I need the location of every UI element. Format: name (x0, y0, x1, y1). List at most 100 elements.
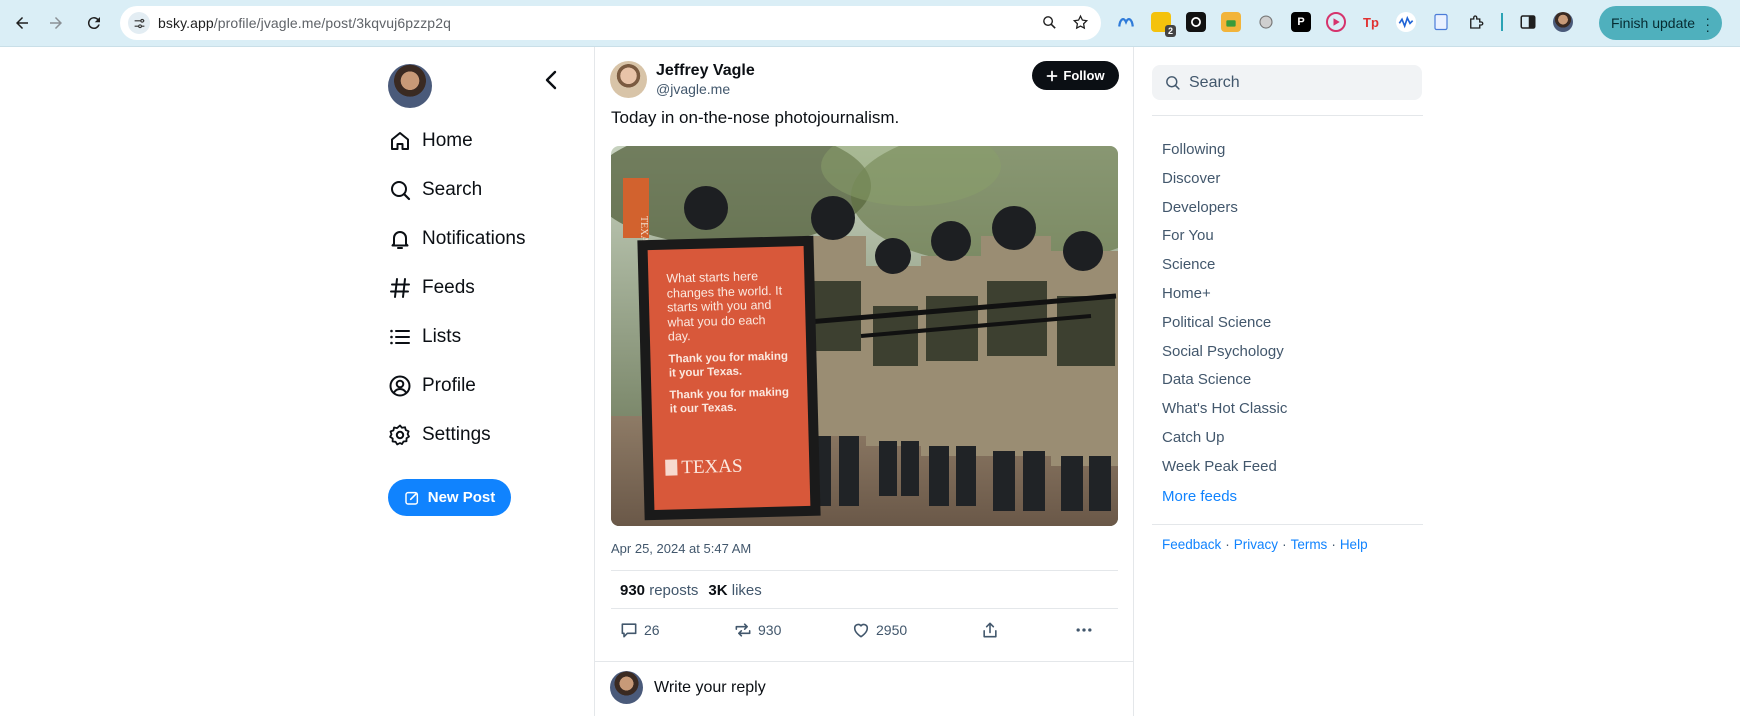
likes-link[interactable]: 3K likes (708, 582, 761, 599)
feed-link-political-science[interactable]: Political Science (1162, 309, 1423, 338)
brain-extension-icon[interactable] (1256, 12, 1276, 32)
nav-label: Settings (422, 423, 491, 445)
sign-logo: TEXAS (681, 456, 743, 479)
divider (611, 608, 1118, 609)
reply-avatar (610, 671, 643, 704)
terms-link[interactable]: Terms (1291, 537, 1328, 552)
camera-extension-icon[interactable] (1186, 12, 1206, 32)
reply-composer[interactable]: Write your reply (595, 661, 1133, 716)
url-host: bsky.app (158, 15, 214, 31)
more-feeds-link[interactable]: More feeds (1162, 483, 1423, 511)
tp-extension-icon[interactable]: Tp (1361, 12, 1381, 32)
follow-button[interactable]: Follow (1032, 61, 1119, 90)
new-post-label: New Post (427, 489, 496, 506)
sign-text-2: Thank you for making it your Texas. (668, 349, 789, 380)
privacy-link[interactable]: Privacy (1234, 537, 1278, 552)
compose-icon (405, 491, 418, 505)
android-extension-icon[interactable] (1221, 12, 1241, 32)
post-actions: 26 930 2950 (619, 620, 1109, 646)
feed-link-social-psychology[interactable]: Social Psychology (1162, 338, 1423, 367)
feed-link-catch-up[interactable]: Catch Up (1162, 424, 1423, 453)
finish-update-button[interactable]: Finish update · · · (1599, 6, 1722, 40)
reload-button[interactable] (80, 9, 108, 37)
author-avatar[interactable] (610, 61, 647, 98)
reposts-label: reposts (649, 582, 699, 599)
chevron-left-icon (545, 70, 557, 90)
side-panel-icon[interactable] (1518, 12, 1538, 32)
list-icon (390, 329, 410, 344)
likes-count: 3K (708, 582, 728, 599)
feedback-link[interactable]: Feedback (1162, 537, 1221, 552)
repost-icon (735, 623, 751, 637)
feed-link-discover[interactable]: Discover (1162, 165, 1423, 194)
forward-button[interactable] (42, 9, 70, 37)
nav-label: Lists (422, 325, 462, 347)
nav-label: Home (422, 129, 473, 151)
search-input[interactable]: Search (1152, 65, 1422, 100)
share-button[interactable] (980, 620, 1000, 640)
separator-dot: · (1331, 536, 1336, 552)
profile-avatar[interactable] (1553, 12, 1573, 32)
divider (611, 570, 1118, 571)
puzzle-extensions-icon[interactable] (1466, 12, 1486, 32)
kebab-menu-icon[interactable]: · · · (1705, 11, 1710, 37)
nav-item-lists[interactable]: Lists (388, 312, 578, 361)
user-avatar[interactable] (388, 64, 432, 108)
like-button[interactable]: 2950 (851, 620, 907, 640)
help-link[interactable]: Help (1340, 537, 1368, 552)
back-chevron-button[interactable] (540, 68, 564, 92)
nav-item-profile[interactable]: Profile (388, 361, 578, 410)
nav-item-settings[interactable]: Settings (388, 410, 578, 459)
bluesky-extension-icon[interactable] (1116, 12, 1136, 32)
feed-link-science[interactable]: Science (1162, 251, 1423, 280)
divider (1152, 523, 1423, 525)
feed-link-for-you[interactable]: For You (1162, 222, 1423, 251)
user-circle-icon (389, 375, 411, 396)
repost-button[interactable]: 930 (733, 620, 781, 640)
bookmark-star-icon[interactable] (1072, 14, 1089, 31)
extension-badge: 2 (1164, 25, 1176, 37)
arrow-left-icon (16, 17, 28, 29)
zoom-icon[interactable] (1041, 14, 1058, 31)
reply-placeholder[interactable]: Write your reply (654, 679, 766, 697)
hash-icon (390, 277, 410, 298)
post-author[interactable]: Jeffrey Vagle @jvagle.me (610, 61, 755, 98)
reposts-link[interactable]: 930 reposts (620, 582, 698, 599)
feed-link-whats-hot-classic[interactable]: What's Hot Classic (1162, 395, 1423, 424)
p-extension-icon[interactable]: P (1291, 12, 1311, 32)
back-button[interactable] (8, 9, 36, 37)
nav-item-notifications[interactable]: Notifications (388, 214, 578, 263)
reposts-count: 930 (620, 582, 646, 599)
nav-item-home[interactable]: Home (388, 116, 578, 165)
separator-dot: · (1225, 536, 1230, 552)
feed-link-following[interactable]: Following (1162, 136, 1423, 165)
address-bar[interactable]: bsky.app/profile/jvagle.me/post/3kqvuj6p… (120, 6, 1101, 40)
post-thread: Jeffrey Vagle @jvagle.me Follow Today in… (594, 47, 1134, 716)
nav-label: Notifications (422, 227, 526, 249)
reply-button[interactable]: 26 (619, 620, 660, 640)
feed-link-week-peak-feed[interactable]: Week Peak Feed (1162, 453, 1423, 482)
ellipsis-icon (1076, 628, 1092, 632)
author-handle[interactable]: @jvagle.me (656, 81, 755, 97)
toolbar-divider (1501, 13, 1503, 31)
more-options-button[interactable] (1074, 620, 1094, 640)
author-name[interactable]: Jeffrey Vagle (656, 62, 755, 80)
post-image[interactable]: TEXAS What starts here changes the world… (611, 146, 1118, 526)
play-extension-icon[interactable] (1326, 12, 1346, 32)
sign-text-3: Thank you for making it our Texas. (669, 385, 790, 416)
engagement-counts: 930 reposts 3K likes (620, 582, 762, 599)
tab-counter-extension-icon[interactable]: 2 (1151, 12, 1176, 37)
site-info-icon[interactable] (128, 12, 150, 34)
comment-icon (621, 623, 637, 638)
nav-label: Profile (422, 374, 476, 396)
new-post-button[interactable]: New Post (388, 479, 511, 516)
nav-item-search[interactable]: Search (388, 165, 578, 214)
follow-label: Follow (1063, 68, 1105, 83)
document-extension-icon[interactable] (1431, 12, 1451, 32)
reload-icon (87, 17, 100, 30)
feed-link-developers[interactable]: Developers (1162, 194, 1423, 223)
feed-link-home-plus[interactable]: Home+ (1162, 280, 1423, 309)
nav-item-feeds[interactable]: Feeds (388, 263, 578, 312)
wave-extension-icon[interactable] (1396, 12, 1416, 32)
feed-link-data-science[interactable]: Data Science (1162, 366, 1423, 395)
